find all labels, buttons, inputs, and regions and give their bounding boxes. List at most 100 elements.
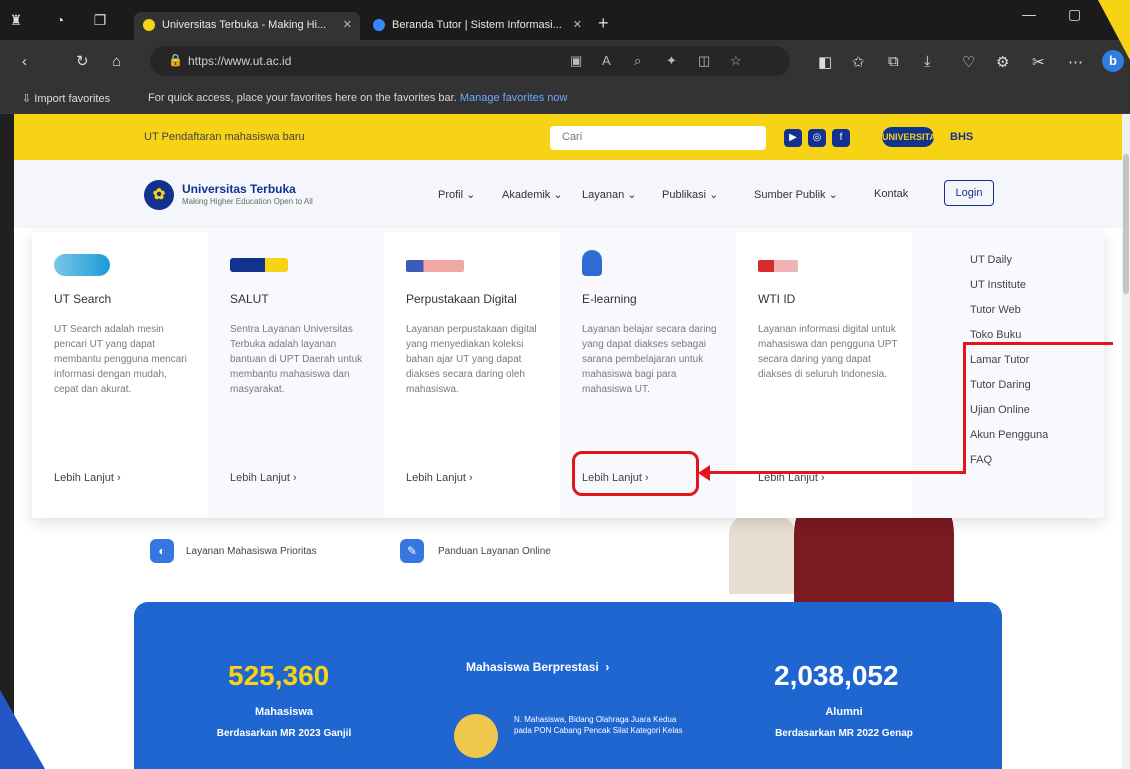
minimize-icon[interactable]: —: [1022, 6, 1036, 22]
more-link[interactable]: Lebih Lanjut ›: [54, 472, 121, 484]
quick-link[interactable]: Tutor Daring: [970, 379, 1048, 404]
ut-badge-logo[interactable]: UNIVERSITAS: [882, 127, 942, 147]
zoom-icon[interactable]: ⌕: [634, 53, 641, 69]
url-text[interactable]: https://www.ut.ac.id: [188, 54, 291, 68]
annotation-arrow-vertical: [963, 342, 966, 474]
nav-kontak[interactable]: Kontak: [874, 188, 908, 200]
back-icon[interactable]: ‹: [22, 54, 27, 70]
profile-icon[interactable]: ♜: [8, 12, 24, 28]
maximize-icon[interactable]: ▢: [1068, 6, 1081, 23]
workspaces-icon[interactable]: ◔: [52, 12, 68, 28]
refresh-icon[interactable]: ↻: [76, 54, 89, 70]
home-icon[interactable]: ⌂: [112, 54, 121, 70]
page-scrollbar[interactable]: [1122, 114, 1130, 769]
achiever-caption: N. Mahasiswa, Bidang Olahraga Juara Kedu…: [514, 715, 683, 735]
address-bar[interactable]: 🔒 https://www.ut.ac.id ▣ A ⌕ ✦ ◫ ☆: [150, 46, 790, 76]
favorites-message-text: For quick access, place your favorites h…: [148, 92, 457, 104]
page-viewport: UT Pendaftaran mahasiswa baru Cari ▶ ◎ f…: [14, 114, 1130, 769]
nav-publikasi[interactable]: Publikasi ⌄: [662, 188, 718, 201]
login-button[interactable]: Login: [944, 180, 994, 206]
online-guide-icon[interactable]: ✎: [400, 539, 424, 563]
priority-service-icon[interactable]: ◐: [150, 539, 174, 563]
close-tab-icon[interactable]: ✕: [343, 12, 352, 38]
annotation-arrowhead: [698, 465, 710, 481]
quick-link[interactable]: Tutor Web: [970, 304, 1048, 329]
more-link[interactable]: Lebih Lanjut ›: [406, 472, 473, 484]
tab-label: Universitas Terbuka - Making Hi...: [162, 19, 327, 31]
new-tab-icon[interactable]: +: [598, 13, 609, 34]
more-label: Lebih Lanjut: [54, 472, 114, 484]
ut-search-logo-icon: [54, 254, 110, 276]
read-aloud-icon[interactable]: A: [602, 53, 611, 68]
service-title: WTI ID: [758, 292, 796, 306]
site-name[interactable]: Universitas Terbuka: [182, 182, 296, 196]
priority-service-link[interactable]: Layanan Mahasiswa Prioritas: [186, 546, 317, 557]
nav-profil[interactable]: Profil ⌄: [438, 188, 475, 201]
downloads-icon[interactable]: ⤓: [924, 53, 931, 70]
instagram-icon[interactable]: ◎: [808, 129, 826, 147]
browser-essentials-icon[interactable]: ♡: [962, 53, 975, 71]
library-logo-icon: [406, 260, 464, 272]
corner-decoration: [0, 690, 45, 769]
top-announcement-bar: UT Pendaftaran mahasiswa baru Cari ▶ ◎ f…: [14, 114, 1122, 160]
services-dropdown-menu: UT Search UT Search adalah mesin pencari…: [32, 232, 1104, 518]
service-title: UT Search: [54, 292, 112, 306]
service-description: Layanan perpustakaan digital yang menyed…: [406, 324, 537, 395]
achievers-title: Mahasiswa Berprestasi: [466, 660, 599, 674]
quick-link[interactable]: Akun Pengguna: [970, 429, 1048, 454]
annotation-arrow-horizontal: [707, 471, 963, 474]
main-nav: ✿ Universitas Terbuka Making Higher Educ…: [14, 160, 1122, 228]
youtube-icon[interactable]: ▶: [784, 129, 802, 147]
collections-icon[interactable]: ⧉: [888, 53, 899, 70]
corner-decoration: [1098, 0, 1130, 60]
service-title: E-learning: [582, 292, 637, 306]
tab-beranda-tutor[interactable]: Beranda Tutor | Sistem Informasi... ✕: [364, 12, 590, 40]
extensions-puzzle-icon[interactable]: ⚙: [996, 53, 1009, 71]
lock-icon[interactable]: 🔒: [168, 53, 183, 67]
immersive-reader-icon[interactable]: ◫: [698, 53, 710, 69]
quick-link[interactable]: UT Institute: [970, 279, 1048, 304]
announcement-text[interactable]: UT Pendaftaran mahasiswa baru: [144, 131, 305, 143]
nav-label: Akademik: [502, 189, 551, 201]
favorites-message: For quick access, place your favorites h…: [148, 92, 567, 104]
tab-universitas-terbuka[interactable]: Universitas Terbuka - Making Hi... ✕: [134, 12, 360, 40]
address-toolbar: ‹ ↻ ⌂ 🔒 https://www.ut.ac.id ▣ A ⌕ ✦ ◫ ☆…: [0, 40, 1130, 84]
quick-link[interactable]: FAQ: [970, 454, 1048, 479]
stats-panel: 525,360 Mahasiswa Berdasarkan MR 2023 Ga…: [134, 602, 1002, 769]
quick-link[interactable]: Lamar Tutor: [970, 354, 1048, 379]
service-card-ut-search[interactable]: UT Search UT Search adalah mesin pencari…: [32, 232, 208, 518]
service-card-wti-id[interactable]: WTI ID Layanan informasi digital untuk m…: [736, 232, 912, 518]
service-card-perpustakaan-digital[interactable]: Perpustakaan Digital Layanan perpustakaa…: [384, 232, 560, 518]
nav-akademik[interactable]: Akademik ⌄: [502, 188, 563, 201]
alumni-label: Alumni: [825, 706, 863, 718]
app-available-icon[interactable]: ▣: [570, 53, 582, 69]
favorites-icon[interactable]: ✩: [852, 53, 865, 71]
nav-sumber-publik[interactable]: Sumber Publik ⌄: [754, 188, 838, 201]
ut-logo-icon[interactable]: ✿: [144, 180, 174, 210]
tab-bar: ♜ ◔ ❐ Universitas Terbuka - Making Hi...…: [0, 0, 1130, 40]
screenshot-icon[interactable]: ✂: [1032, 53, 1045, 71]
favorite-star-icon[interactable]: ☆: [730, 53, 742, 69]
scrollbar-thumb[interactable]: [1123, 154, 1129, 294]
facebook-icon[interactable]: f: [832, 129, 850, 147]
student-count: 525,360: [228, 660, 330, 691]
more-link[interactable]: Lebih Lanjut ›: [230, 472, 297, 484]
site-favicon-icon: [373, 19, 385, 31]
split-screen-icon[interactable]: ◧: [818, 53, 832, 71]
extensions-icon[interactable]: ✦: [666, 53, 677, 69]
close-tab-icon[interactable]: ✕: [573, 12, 582, 38]
search-placeholder: Cari: [562, 131, 583, 143]
manage-favorites-link[interactable]: Manage favorites now: [460, 92, 568, 104]
tab-actions-icon[interactable]: ❐: [92, 12, 108, 28]
quick-link[interactable]: Ujian Online: [970, 404, 1048, 429]
import-favorites-button[interactable]: ⇩ Import favorites: [22, 92, 110, 105]
service-card-salut[interactable]: SALUT Sentra Layanan Universitas Terbuka…: [208, 232, 384, 518]
online-guide-link[interactable]: Panduan Layanan Online: [438, 546, 551, 557]
nav-layanan[interactable]: Layanan ⌄: [582, 188, 637, 201]
quick-link[interactable]: UT Daily: [970, 254, 1048, 279]
more-menu-icon[interactable]: ⋯: [1068, 53, 1083, 71]
achievers-link[interactable]: Mahasiswa Berprestasi ›: [466, 660, 609, 674]
nav-label: Sumber Publik: [754, 189, 826, 201]
language-selector[interactable]: BHS: [950, 131, 973, 143]
site-search-input[interactable]: Cari: [550, 126, 766, 150]
